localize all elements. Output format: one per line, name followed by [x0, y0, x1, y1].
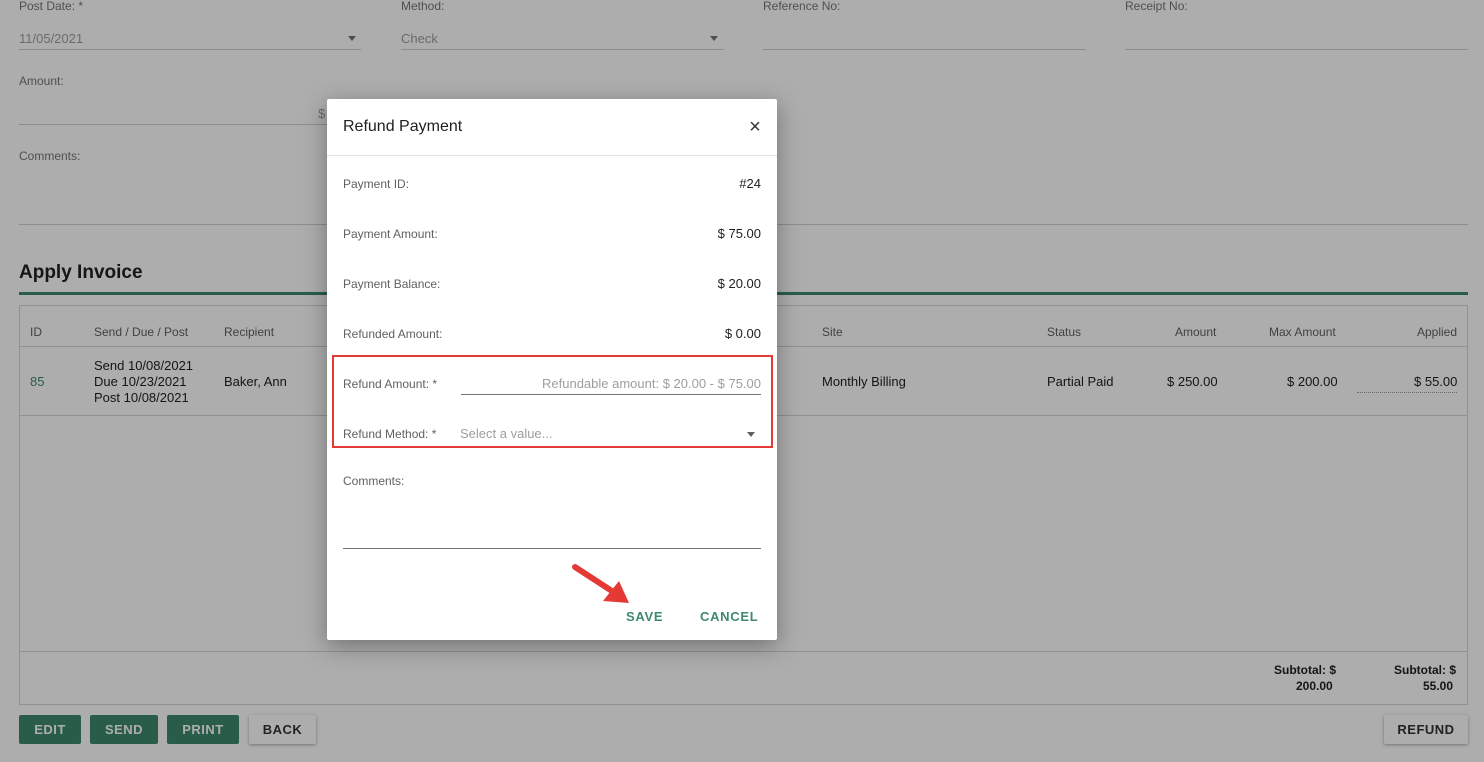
comments-label-dialog: Comments:: [343, 474, 405, 488]
cancel-button[interactable]: CANCEL: [700, 609, 758, 624]
refund-amount-label: Refund Amount: *: [343, 377, 438, 391]
payment-balance-value: $ 20.00: [717, 276, 761, 291]
refund-payment-dialog: Refund Payment × Payment ID: #24 Payment…: [327, 99, 777, 640]
close-icon[interactable]: ×: [746, 117, 764, 137]
arrow-annotation-icon: [572, 564, 629, 603]
dialog-comments-input[interactable]: [343, 548, 761, 549]
refund-method-label: Refund Method: *: [343, 427, 437, 441]
payment-id-value: #24: [739, 176, 761, 191]
chevron-down-icon[interactable]: [747, 432, 755, 437]
refund-amount-underline: [461, 394, 761, 395]
payment-amount-value: $ 75.00: [717, 226, 761, 241]
save-button[interactable]: SAVE: [626, 609, 663, 624]
refund-method-select[interactable]: Select a value...: [460, 426, 553, 441]
dialog-title: Refund Payment: [343, 118, 463, 135]
payment-amount-label: Payment Amount:: [343, 227, 438, 241]
refund-amount-input[interactable]: Refundable amount: $ 20.00 - $ 75.00: [542, 376, 761, 391]
refunded-amount-value: $ 0.00: [724, 326, 761, 341]
dialog-header-divider: [327, 155, 777, 156]
refunded-amount-label: Refunded Amount:: [343, 327, 443, 341]
payment-id-label: Payment ID:: [343, 177, 410, 191]
payment-balance-label: Payment Balance:: [343, 277, 441, 291]
